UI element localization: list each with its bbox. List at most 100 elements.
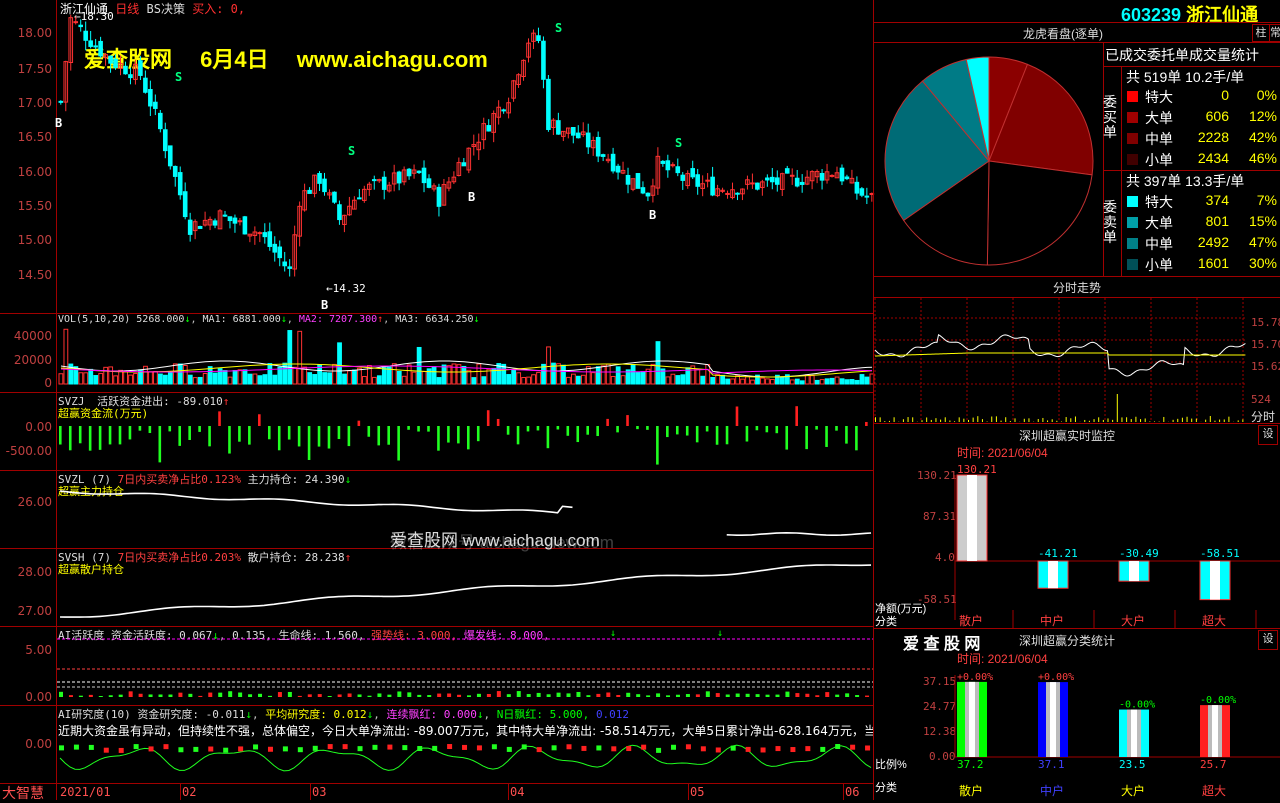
fund-flow-bar <box>417 426 420 432</box>
volume-bar <box>104 367 108 384</box>
activity-bar <box>547 694 551 697</box>
research-marker <box>387 745 392 750</box>
ai-y-label: 0.00 <box>0 690 52 704</box>
order-type-label: 特大 <box>1145 192 1173 212</box>
research-marker <box>178 747 183 752</box>
candle-body <box>358 198 362 199</box>
candle-body <box>795 178 799 186</box>
candle-body <box>233 218 237 223</box>
volume-bar <box>263 375 267 384</box>
candle-body <box>611 154 615 171</box>
order-pie-chart[interactable] <box>883 55 1095 267</box>
net-flow-bar <box>1200 561 1230 600</box>
research-marker <box>59 745 64 750</box>
candle-body <box>258 233 262 234</box>
intraday-volume-bar <box>931 420 932 422</box>
stock-code-title: 603239 浙江仙通 <box>1121 1 1258 27</box>
monitor-settings-button[interactable]: 设 <box>1258 425 1278 445</box>
research-chart[interactable] <box>57 706 873 783</box>
net-flow-bar-chart[interactable]: 130.21散户-41.21中户-30.49大户-58.51超大 <box>955 460 1280 628</box>
stat-y-label: 12.38 <box>923 725 956 738</box>
intraday-volume-bar <box>1228 417 1229 422</box>
normal-toggle-button[interactable]: 常 <box>1269 24 1280 42</box>
candle-body <box>537 36 541 41</box>
x-axis-label: 05 <box>690 785 704 799</box>
candlestick-chart[interactable] <box>57 0 873 313</box>
column-toggle-button[interactable]: 柱 <box>1252 24 1270 42</box>
volume-bar <box>865 377 869 384</box>
volume-bar <box>701 376 705 384</box>
main-chart-area[interactable]: 浙江仙通 日线 BS决策 买入: 0, 爱查股网 6月4日 www.aichag… <box>0 0 873 800</box>
activity-bar <box>99 696 103 697</box>
fund-flow-bar <box>139 426 142 431</box>
intraday-volume-bar <box>1173 420 1174 422</box>
volume-chart[interactable] <box>57 314 873 392</box>
volume-bar <box>567 377 571 384</box>
research-marker <box>283 746 288 751</box>
activity-bar <box>139 694 143 697</box>
activity-bar <box>69 695 73 697</box>
research-marker <box>537 747 542 752</box>
fund-flow-bar <box>178 426 181 446</box>
activity-bar <box>437 694 441 697</box>
research-marker <box>432 746 437 751</box>
volume-bar <box>348 371 352 384</box>
volume-bar <box>168 372 172 384</box>
activity-bar <box>606 692 610 697</box>
signal-arrow: ↓ <box>717 628 723 639</box>
price-y-label: 17.00 <box>0 96 52 110</box>
candle-body <box>646 193 650 196</box>
activity-bar <box>109 695 113 697</box>
sell-side-label: 委卖单 <box>1103 200 1119 245</box>
intraday-chart[interactable] <box>875 298 1247 422</box>
volume-bar <box>761 378 765 384</box>
ai-activity-chart[interactable]: ↓↓ <box>57 627 873 705</box>
activity-bar <box>447 693 451 697</box>
monitor-axis-label: 分类 <box>875 613 897 629</box>
candle-body <box>417 171 421 172</box>
svsh-chart[interactable] <box>57 549 873 626</box>
activity-bar <box>646 695 650 697</box>
activity-bar <box>805 694 809 697</box>
fund-flow-bar <box>825 426 828 447</box>
fund-flow-bar <box>387 426 390 445</box>
volume-bar <box>810 376 814 384</box>
intraday-volume-bar <box>908 417 909 422</box>
fund-flow-bar <box>865 422 868 426</box>
category-ratio-bar-chart[interactable]: +0.00%37.2散户+0.00%37.1中户-0.00%23.5大户-0.0… <box>955 665 1280 800</box>
volume-bar <box>815 380 819 384</box>
intraday-volume-bar <box>1015 418 1016 422</box>
volume-bar <box>268 364 272 384</box>
volume-bar <box>522 378 526 384</box>
fund-flow-bar <box>596 426 599 436</box>
candle-body <box>502 110 506 111</box>
fund-flow-bar <box>507 426 510 435</box>
fund-flow-bar <box>59 426 62 445</box>
activity-bar <box>298 696 302 697</box>
volume-bar <box>149 372 153 384</box>
net-flow-value: -30.49 <box>1119 547 1159 560</box>
retail-line <box>60 565 871 617</box>
research-marker <box>686 744 691 749</box>
candle-body <box>576 133 580 138</box>
stat-settings-button[interactable]: 设 <box>1258 630 1278 650</box>
candle-body <box>691 169 695 177</box>
candle-body <box>422 168 426 182</box>
fund-flow-bar <box>477 426 480 441</box>
candle-body <box>283 262 287 266</box>
volume-bar <box>437 378 441 384</box>
main-force-line <box>727 533 871 535</box>
svzj-chart[interactable] <box>57 393 873 470</box>
research-marker <box>238 746 243 751</box>
intraday-volume-bar <box>1177 419 1178 422</box>
fund-flow-bar <box>168 426 171 431</box>
activity-bar <box>676 695 680 697</box>
order-percent: 12% <box>1235 108 1277 124</box>
activity-bar <box>507 694 511 697</box>
fund-flow-bar <box>407 426 410 430</box>
volume-bar <box>407 365 411 384</box>
volume-bar <box>99 373 103 384</box>
volume-bar <box>716 375 720 384</box>
activity-bar <box>596 694 600 697</box>
volume-bar <box>372 377 376 384</box>
